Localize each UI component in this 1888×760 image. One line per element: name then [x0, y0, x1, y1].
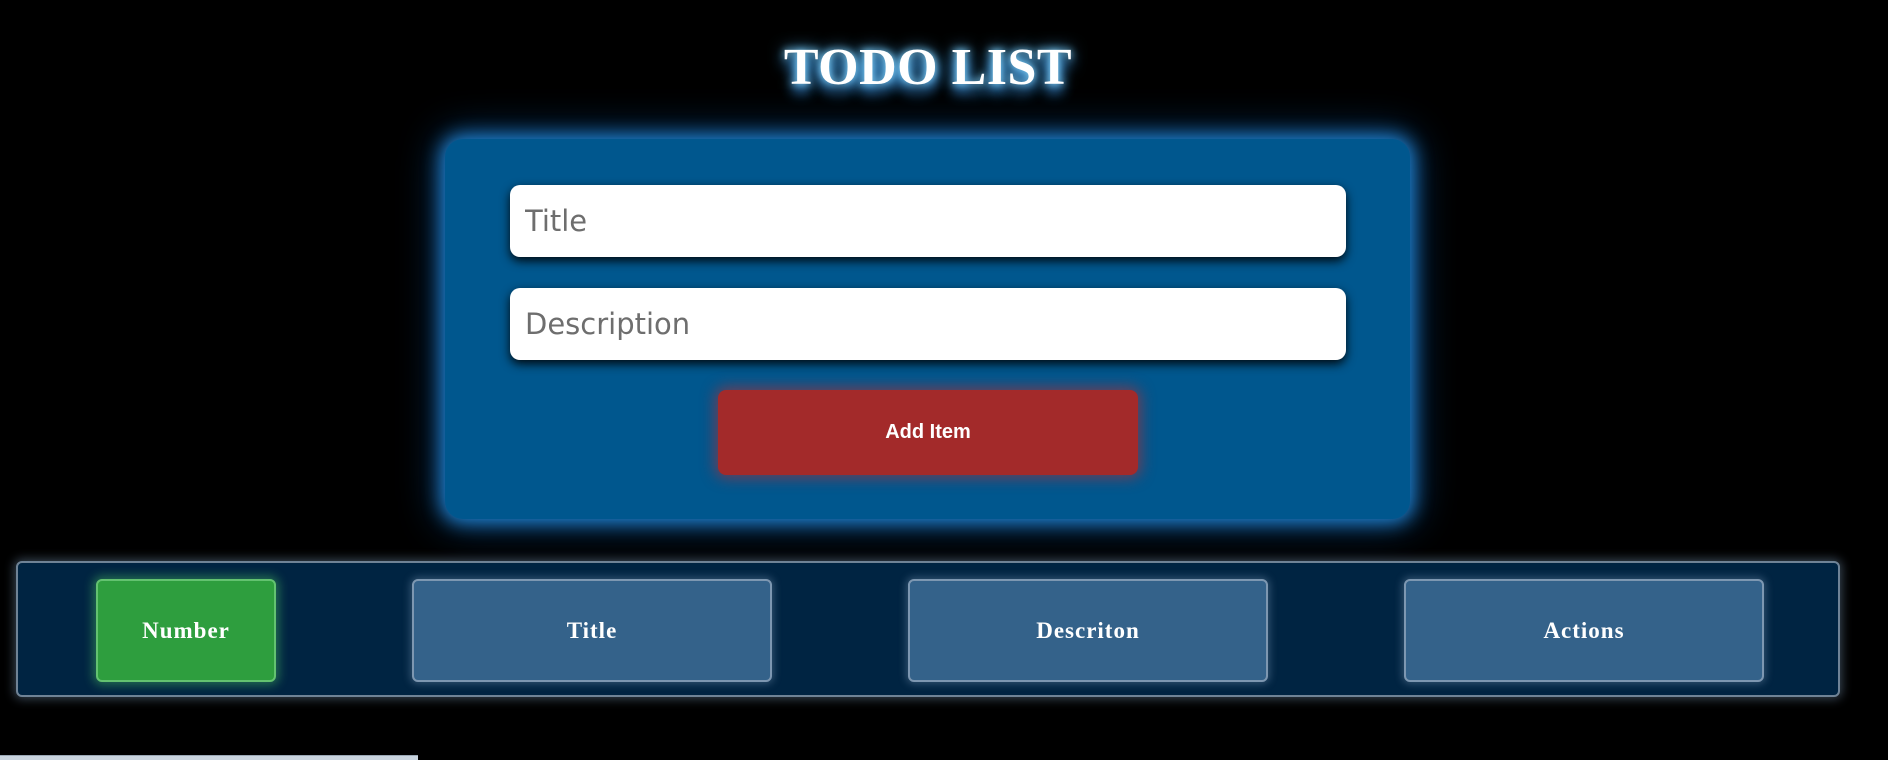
column-header-title: Title	[412, 579, 772, 682]
column-header-actions: Actions	[1404, 579, 1764, 682]
title-input[interactable]	[510, 185, 1346, 257]
page-title: TODO LIST	[783, 39, 1073, 96]
add-item-button[interactable]: Add Item	[718, 390, 1138, 475]
column-header-description: Descriton	[908, 579, 1268, 682]
window-edge-strip	[0, 755, 418, 760]
todo-page: TODO LIST Add Item Number Title Descrito…	[0, 0, 1888, 760]
add-todo-form: Add Item	[445, 139, 1410, 519]
column-header-number: Number	[96, 579, 276, 682]
todo-table-header: Number Title Descriton Actions	[16, 561, 1840, 697]
description-input[interactable]	[510, 288, 1346, 360]
